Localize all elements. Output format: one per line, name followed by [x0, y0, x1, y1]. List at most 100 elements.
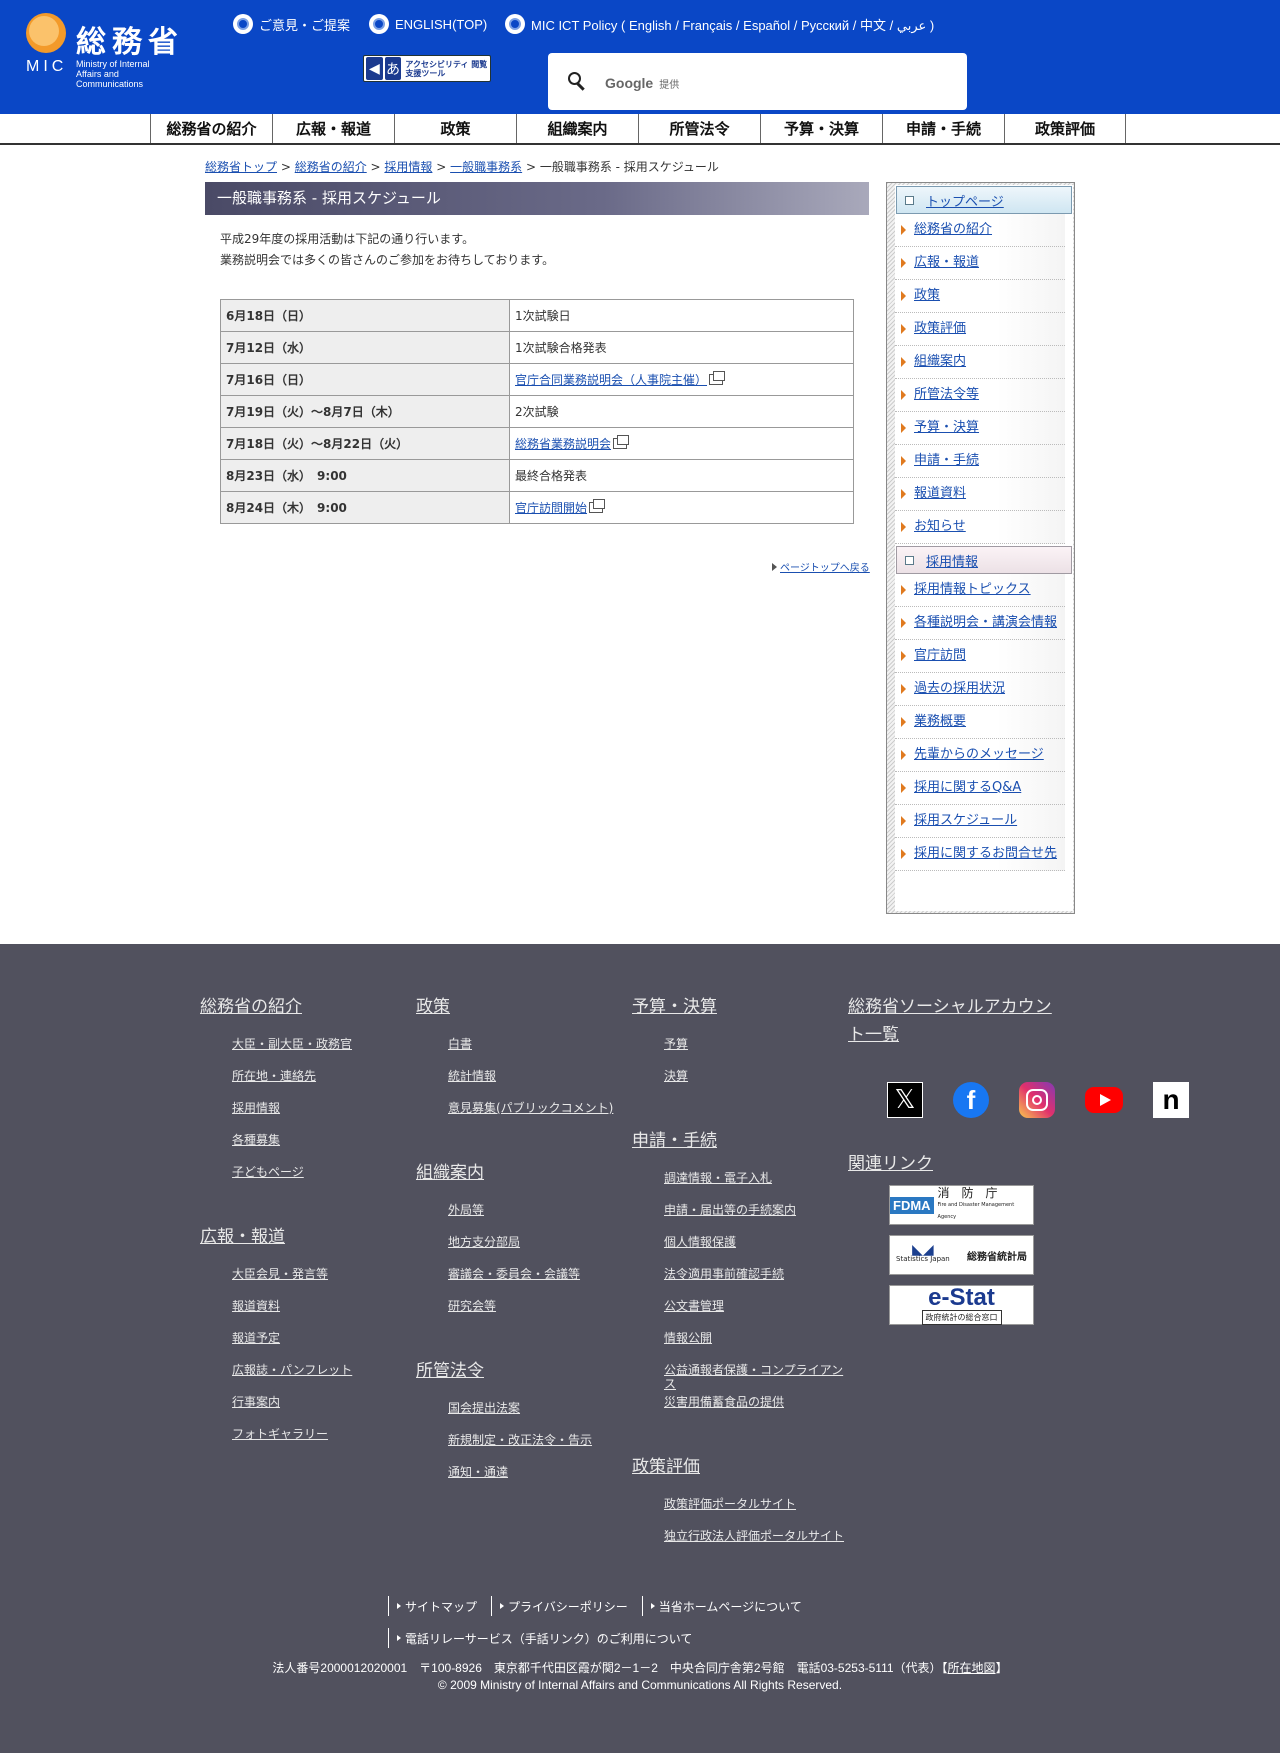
sidenav-item[interactable]: 各種説明会・講演会情報 — [895, 607, 1065, 640]
sidenav-item[interactable]: お知らせ — [895, 511, 1065, 544]
footer-link[interactable]: 各種募集 — [232, 1133, 280, 1147]
footer-heading-link[interactable]: 組織案内 — [416, 1163, 484, 1183]
sidenav-link[interactable]: 総務省の紹介 — [914, 222, 992, 237]
sidenav-item[interactable]: 組織案内 — [895, 346, 1065, 379]
sidenav-link[interactable]: 官庁訪問 — [914, 648, 966, 663]
sidenav-link[interactable]: 採用スケジュール — [914, 813, 1017, 828]
accessibility-tool-button[interactable]: ◀ あ アクセシビリティ 閲覧支援ツール — [363, 55, 491, 82]
footer-heading-link[interactable]: 広報・報道 — [200, 1227, 285, 1247]
youtube-icon[interactable] — [1085, 1087, 1123, 1113]
sidenav-link[interactable]: 政策評価 — [914, 321, 966, 336]
sidenav-link[interactable]: 所管法令等 — [914, 387, 979, 402]
breadcrumb-link-about[interactable]: 総務省の紹介 — [295, 160, 367, 174]
sidenav-item[interactable]: 採用情報トピックス — [895, 574, 1065, 607]
english-top-link[interactable]: ENGLISH(TOP) — [369, 14, 487, 34]
breadcrumb-link-general[interactable]: 一般職事務系 — [450, 160, 522, 174]
side-head-top[interactable]: トップページ — [896, 186, 1072, 214]
sidenav-item[interactable]: 官庁訪問 — [895, 640, 1065, 673]
sidenav-item[interactable]: 政策評価 — [895, 313, 1065, 346]
footer-link[interactable]: 白書 — [448, 1037, 472, 1051]
page-top-link[interactable]: ページトップへ戻る — [780, 563, 870, 574]
footer-link[interactable]: 研究会等 — [448, 1299, 496, 1313]
gnav-item-policy[interactable]: 政策 — [394, 114, 516, 143]
footer-heading-link[interactable]: 所管法令 — [416, 1361, 484, 1381]
sidenav-link[interactable]: 過去の採用状況 — [914, 681, 1005, 696]
sidenav-item[interactable]: 採用スケジュール — [895, 805, 1065, 838]
footer-link[interactable]: 情報公開 — [664, 1331, 712, 1345]
footer-link[interactable]: 通知・通達 — [448, 1465, 508, 1479]
gnav-item-budget[interactable]: 予算・決算 — [760, 114, 882, 143]
footer-link[interactable]: 行事案内 — [232, 1395, 280, 1409]
footer-link[interactable]: 調達情報・電子入札 — [664, 1171, 772, 1185]
breadcrumb-link-top[interactable]: 総務省トップ — [205, 160, 277, 174]
footer-link[interactable]: 統計情報 — [448, 1069, 496, 1083]
footer-link[interactable]: フォトギャラリー — [232, 1427, 328, 1441]
footer-link[interactable]: 外局等 — [448, 1203, 484, 1217]
footer-link[interactable]: 大臣会見・発言等 — [232, 1267, 328, 1281]
footer-link[interactable]: 政策評価ポータルサイト — [664, 1497, 796, 1511]
footer-link[interactable]: 報道資料 — [232, 1299, 280, 1313]
footer-link[interactable]: 審議会・委員会・会議等 — [448, 1267, 580, 1281]
gnav-item-about[interactable]: 総務省の紹介 — [150, 114, 272, 143]
sidenav-item[interactable]: 所管法令等 — [895, 379, 1065, 412]
gnav-item-pr[interactable]: 広報・報道 — [272, 114, 394, 143]
footer-link[interactable]: 公文書管理 — [664, 1299, 724, 1313]
footer-link[interactable]: 国会提出法案 — [448, 1401, 520, 1415]
footer-link[interactable]: 独立行政法人評価ポータルサイト — [664, 1529, 844, 1543]
footer-link[interactable]: 個人情報保護 — [664, 1235, 736, 1249]
gnav-item-applications[interactable]: 申請・手続 — [882, 114, 1004, 143]
joint-briefing-link[interactable]: 官庁合同業務説明会（人事院主催） — [515, 373, 707, 387]
sidenav-item[interactable]: 業務概要 — [895, 706, 1065, 739]
related-links-heading[interactable]: 関連リンク — [848, 1154, 933, 1174]
footer-link[interactable]: 法令適用事前確認手続 — [664, 1267, 784, 1281]
sidenav-link[interactable]: 予算・決算 — [914, 420, 979, 435]
side-head-top-link[interactable]: トップページ — [926, 191, 1004, 210]
mic-ict-policy-link[interactable]: MIC ICT Policy ( English / Français / Es… — [505, 14, 934, 34]
sidenav-item[interactable]: 採用に関するQ&A — [895, 772, 1065, 805]
footer-link[interactable]: 新規制定・改正法令・告示 — [448, 1433, 592, 1447]
sidenav-item[interactable]: 申請・手続 — [895, 445, 1065, 478]
sidenav-item[interactable]: 政策 — [895, 280, 1065, 313]
footer-heading-link[interactable]: 申請・手続 — [632, 1131, 717, 1151]
search-input[interactable] — [606, 66, 936, 97]
estat-banner[interactable]: e-Stat 政府統計の総合窓口 — [889, 1285, 1034, 1325]
footer-link[interactable]: 災害用備蓄食品の提供 — [664, 1395, 784, 1409]
instagram-icon[interactable] — [1019, 1082, 1055, 1118]
social-accounts-heading[interactable]: 総務省ソーシャルアカウント一覧 — [848, 997, 1052, 1045]
relay-service-link[interactable]: 電話リレーサービス（手話リンク）のご利用について — [405, 1630, 692, 1647]
privacy-policy-link[interactable]: プライバシーポリシー — [508, 1598, 628, 1615]
side-head-recruit[interactable]: 採用情報 — [896, 546, 1072, 574]
sidenav-item[interactable]: 総務省の紹介 — [895, 214, 1065, 247]
footer-link[interactable]: 報道予定 — [232, 1331, 280, 1345]
footer-link[interactable]: 意見募集(パブリックコメント) — [448, 1101, 613, 1115]
footer-link[interactable]: 所在地・連絡先 — [232, 1069, 316, 1083]
x-icon[interactable]: 𝕏 — [887, 1082, 923, 1118]
ministry-visit-link[interactable]: 官庁訪問開始 — [515, 501, 587, 515]
sidenav-link[interactable]: 組織案内 — [914, 354, 966, 369]
fdma-banner[interactable]: FDMA 消 防 庁 Fire and Disaster Management … — [889, 1185, 1034, 1225]
search-icon[interactable] — [568, 71, 588, 92]
sidenav-item[interactable]: 予算・決算 — [895, 412, 1065, 445]
sidenav-link[interactable]: 報道資料 — [914, 486, 966, 501]
sidenav-link[interactable]: 先輩からのメッセージ — [914, 747, 1044, 762]
sidenav-item[interactable]: 過去の採用状況 — [895, 673, 1065, 706]
sidenav-link[interactable]: 業務概要 — [914, 714, 966, 729]
footer-heading-link[interactable]: 予算・決算 — [632, 997, 717, 1017]
facebook-icon[interactable]: f — [953, 1082, 989, 1118]
gnav-item-laws[interactable]: 所管法令 — [638, 114, 760, 143]
side-head-recruit-link[interactable]: 採用情報 — [926, 551, 978, 570]
map-link[interactable]: 所在地図 — [948, 1661, 996, 1675]
note-icon[interactable]: n — [1153, 1082, 1189, 1118]
footer-link[interactable]: 公益通報者保護・コンプライアンス — [664, 1363, 843, 1391]
sidenav-item[interactable]: 採用に関するお問合せ先 — [895, 838, 1065, 871]
sidenav-link[interactable]: 政策 — [914, 288, 940, 303]
footer-link[interactable]: 予算 — [664, 1037, 688, 1051]
sidenav-link[interactable]: 採用情報トピックス — [914, 582, 1031, 597]
footer-link[interactable]: 広報誌・パンフレット — [232, 1363, 352, 1377]
gnav-item-organization[interactable]: 組織案内 — [516, 114, 638, 143]
sidenav-item[interactable]: 先輩からのメッセージ — [895, 739, 1065, 772]
sidenav-link[interactable]: 各種説明会・講演会情報 — [914, 615, 1057, 630]
footer-link[interactable]: 採用情報 — [232, 1101, 280, 1115]
footer-heading-link[interactable]: 政策評価 — [632, 1457, 700, 1477]
gnav-item-evaluation[interactable]: 政策評価 — [1004, 114, 1126, 143]
